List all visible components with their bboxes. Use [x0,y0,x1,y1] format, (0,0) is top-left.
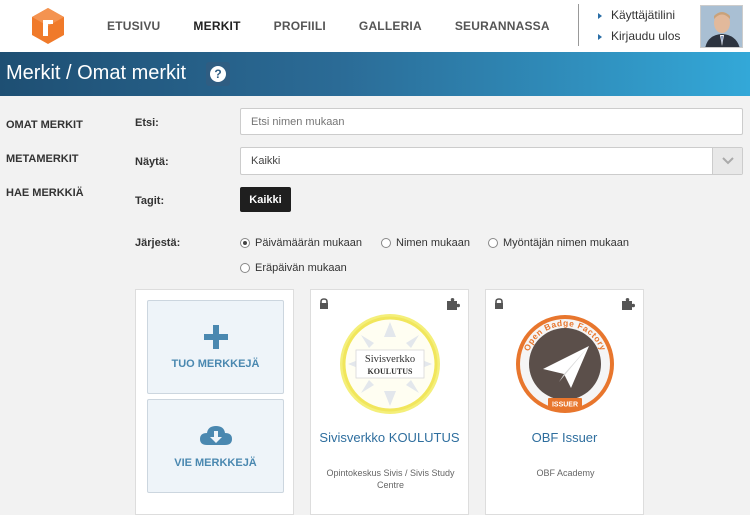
caret-right-icon [598,12,602,19]
top-navigation-bar: ETUSIVU MERKIT PROFIILI GALLERIA SEURANN… [0,0,750,52]
nav-divider [578,4,579,46]
caret-right-icon [598,33,602,40]
badge-ribbon-text: ISSUER [552,402,578,409]
search-label: Etsi: [135,117,159,129]
import-badges-label: TUO MERKKEJÄ [171,358,260,370]
search-input[interactable] [240,108,743,135]
sort-option-name[interactable]: Nimen mukaan [381,237,470,249]
badge-image: Open Badge Factory ISSUER [516,315,614,413]
badge-issuer: OBF Academy [536,468,595,478]
sort-option-label: Päivämäärän mukaan [255,237,363,249]
show-select[interactable]: Kaikki [240,147,743,175]
help-button[interactable]: ? [206,62,230,86]
sidebar-item-hae-merkkia[interactable]: HAE MERKKIÄ [6,187,84,221]
avatar[interactable] [700,5,743,48]
badge-name[interactable]: OBF Issuer [486,430,643,445]
show-label: Näytä: [135,156,169,168]
badge-image: Sivisverkko KOULUTUS [340,314,440,414]
badge-actions-panel: TUO MERKKEJÄ VIE MERKKEJÄ [135,289,294,515]
export-badges-label: VIE MERKKEJÄ [174,457,257,469]
nav-profiili[interactable]: PROFIILI [274,19,326,33]
export-badges-button[interactable]: VIE MERKKEJÄ [147,399,284,493]
badge-card[interactable]: Open Badge Factory ISSUER OBF Issuer OBF… [485,289,644,515]
radio-selected-icon [240,238,250,248]
badge-name[interactable]: Sivisverkko KOULUTUS [311,430,468,445]
radio-icon [381,238,391,248]
sort-option-date[interactable]: Päivämäärän mukaan [240,237,362,249]
nav-seurannassa[interactable]: SEURANNASSA [455,19,550,33]
badge-image-text: Sivisverkko [365,354,415,365]
import-badges-button[interactable]: TUO MERKKEJÄ [147,300,284,394]
chevron-down-icon[interactable] [712,148,742,174]
radio-icon [488,238,498,248]
lock-icon [320,298,328,309]
account-link-label: Käyttäjätilini [611,8,676,22]
nav-merkit[interactable]: MERKIT [193,19,240,33]
badge-image-subtext: KOULUTUS [368,367,413,376]
main-nav: ETUSIVU MERKIT PROFIILI GALLERIA SEURANN… [107,0,583,52]
tag-all-button[interactable]: Kaikki [240,187,291,212]
user-menu: Käyttäjätilini Kirjaudu ulos [598,5,680,47]
radio-icon [240,263,250,273]
sort-option-issuer[interactable]: Myöntäjän nimen mukaan [488,237,629,249]
cloud-download-icon [199,426,232,445]
sort-label: Järjestä: [135,237,181,249]
page-title-bar: Merkit / Omat merkit ? [0,52,750,96]
badge-card[interactable]: Sivisverkko KOULUTUS Sivisverkko KOULUTU… [310,289,469,515]
logout-link-label: Kirjaudu ulos [611,29,681,43]
question-mark-icon: ? [210,66,226,82]
page-title: Merkit / Omat merkit [6,62,187,84]
sidebar-item-omat-merkit[interactable]: OMAT MERKIT [6,119,84,153]
logout-link[interactable]: Kirjaudu ulos [598,26,680,47]
puzzle-piece-icon[interactable] [621,297,635,311]
sort-option-label: Myöntäjän nimen mukaan [503,237,629,249]
sort-option-label: Eräpäivän mukaan [255,262,347,274]
open-badge-passport-logo-icon[interactable] [29,7,67,45]
tags-label: Tagit: [135,195,165,207]
nav-galleria[interactable]: GALLERIA [359,19,422,33]
plus-icon [203,325,228,349]
sort-option-expiry[interactable]: Eräpäivän mukaan [240,262,347,274]
show-select-value: Kaikki [251,155,281,167]
nav-etusivu[interactable]: ETUSIVU [107,19,160,33]
sidebar: OMAT MERKIT METAMERKIT HAE MERKKIÄ [6,119,84,221]
puzzle-piece-icon[interactable] [446,297,460,311]
account-link[interactable]: Käyttäjätilini [598,5,680,26]
sidebar-item-metamerkit[interactable]: METAMERKIT [6,153,84,187]
user-photo-icon [701,6,742,47]
sort-option-label: Nimen mukaan [396,237,470,249]
badge-issuer: Opintokeskus Sivis / Sivis Study Centre [326,468,455,490]
lock-icon [495,298,503,309]
